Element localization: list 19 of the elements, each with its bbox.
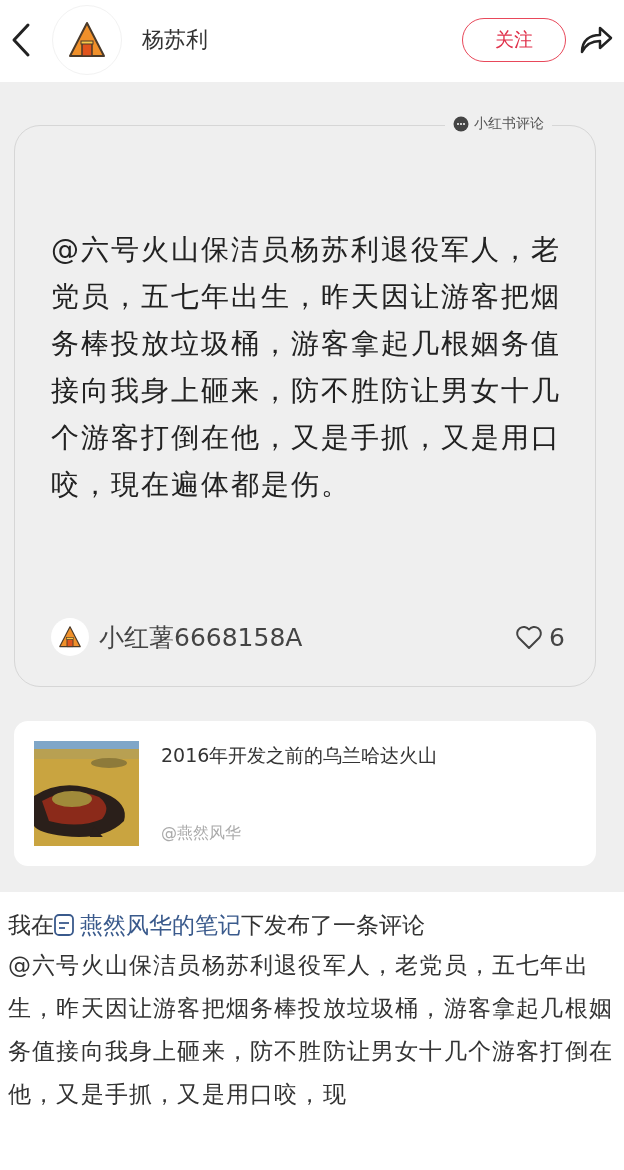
heart-icon[interactable] <box>515 624 544 650</box>
post-intro: 我在 燕然风华的笔记下发布了一条评论 <box>8 911 426 940</box>
note-card[interactable]: 2016年开发之前的乌兰哈达火山 @燕然风华 <box>14 721 596 866</box>
like-count: 6 <box>549 622 565 652</box>
commenter-name: 小红薯6668158A <box>99 621 304 654</box>
chat-icon <box>453 116 469 132</box>
tent-icon <box>67 20 107 60</box>
note-icon <box>54 914 74 936</box>
back-icon[interactable] <box>10 22 32 58</box>
tent-icon <box>58 625 82 649</box>
note-title: 2016年开发之前的乌兰哈达火山 <box>161 743 438 768</box>
post-body: @六号火山保洁员杨苏利退役军人，老党员，五七年出生，昨天因让游客把烟务棒投放垃圾桶，游客拿起几根姻务值接向我身上砸来，防不胜防让男女十几个游客打倒在他，又是手抓，又是用口咬，现 <box>8 951 614 1109</box>
follow-button[interactable]: 关注 <box>462 18 566 62</box>
note-link[interactable]: 燕然风华的笔记 <box>54 912 241 938</box>
author-name: 杨苏利 <box>142 26 209 54</box>
source-label: 小红书评论 <box>474 115 544 133</box>
share-icon[interactable] <box>578 24 614 56</box>
comment-text: @六号火山保洁员杨苏利退役军人，老党员，五七年出生，昨天因让游客把烟务棒投放垃圾桶，游客拿起几根姻务值接向我身上砸来，防不胜防让男女十几个游客打倒在他，又是手抓，又是用口咬，現在遍体都是伤。 <box>51 232 562 503</box>
note-author: @燕然风华 <box>161 823 242 844</box>
